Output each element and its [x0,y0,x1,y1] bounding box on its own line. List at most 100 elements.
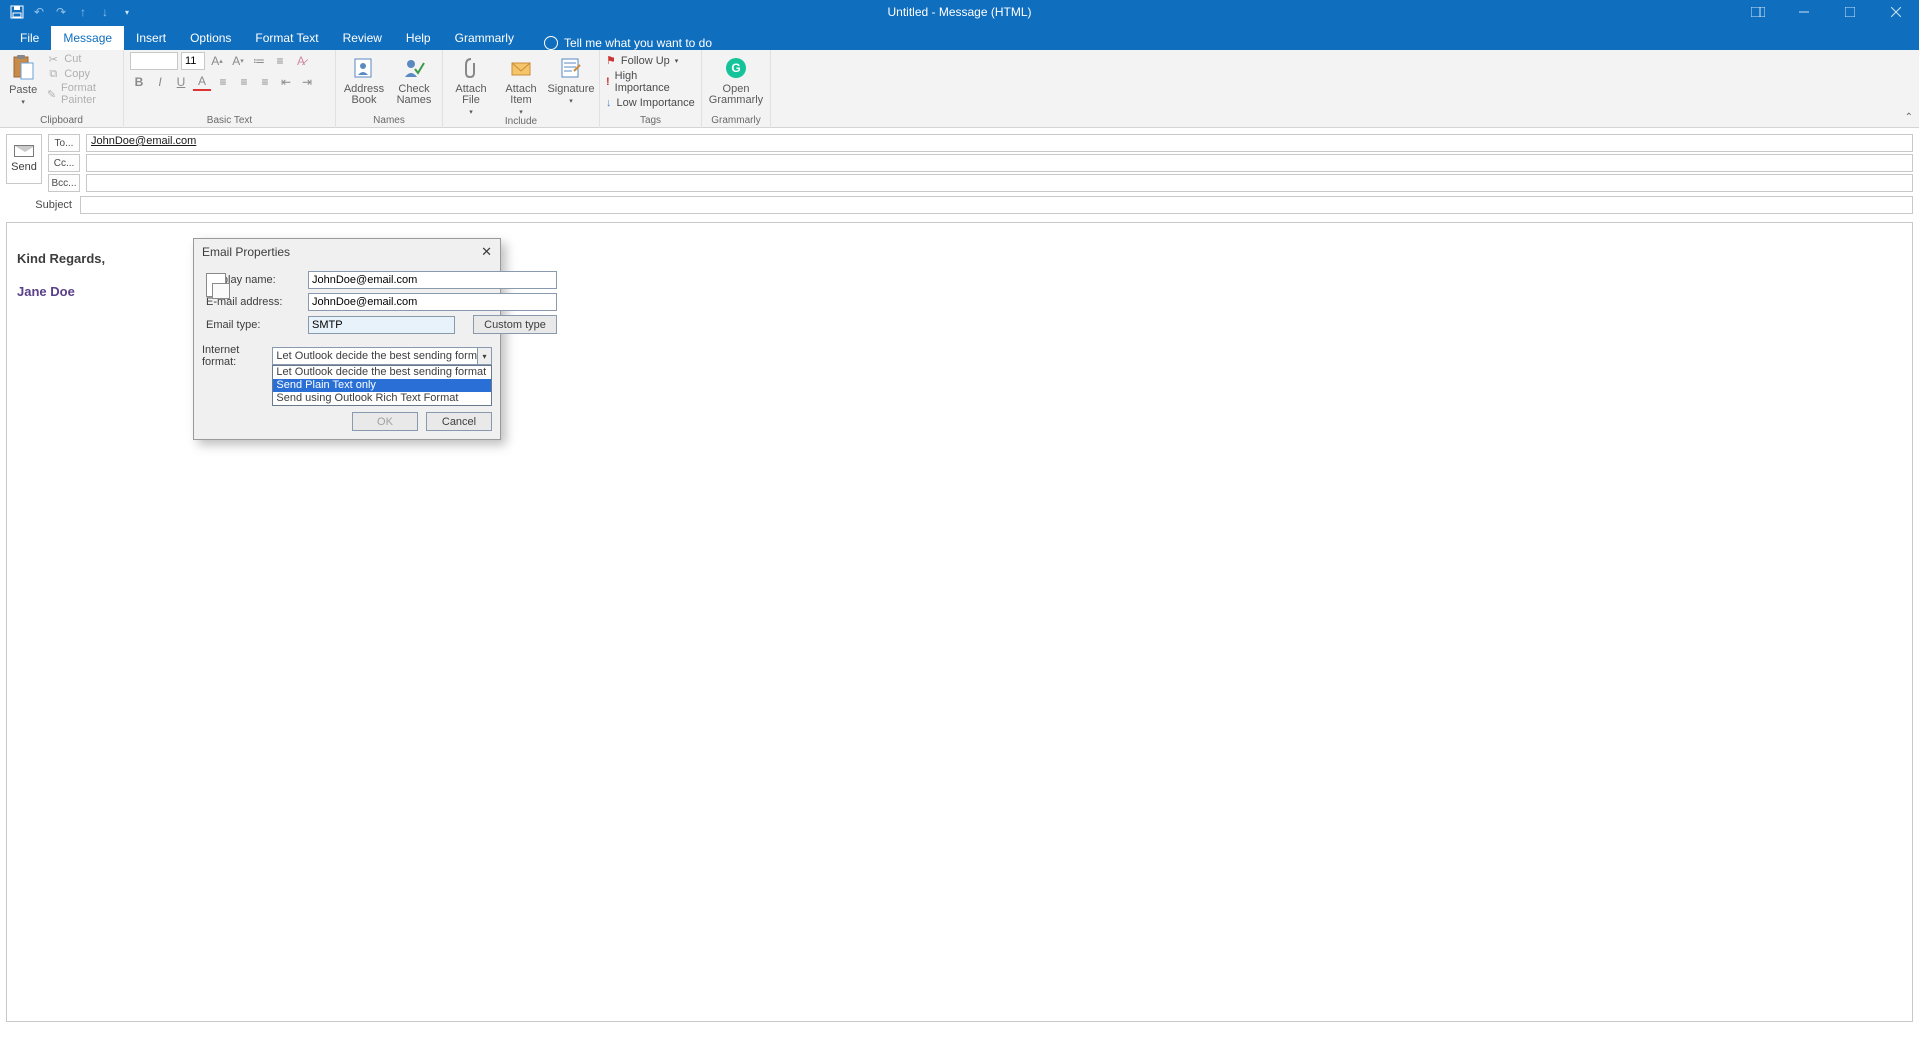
minimize-icon[interactable] [1781,0,1827,24]
format-painter-button: ✎Format Painter [46,82,117,106]
subject-field[interactable] [80,196,1913,214]
copy-icon: ⧉ [46,67,60,81]
to-recipient[interactable]: JohnDoe@email.com [91,135,196,147]
undo-icon[interactable]: ↶ [30,3,48,21]
high-importance-label: High Importance [615,70,695,94]
address-book-button[interactable]: Address Book [342,52,386,106]
clear-formatting-icon[interactable]: A̷ [292,52,310,70]
to-button[interactable]: To... [48,134,80,152]
follow-up-label: Follow Up [621,55,670,67]
maximize-icon[interactable] [1827,0,1873,24]
paste-button[interactable]: Paste ▾ [6,52,40,106]
low-importance-button[interactable]: ↓ Low Importance [606,97,695,109]
align-left-icon[interactable]: ≡ [214,73,232,91]
tab-file[interactable]: File [8,26,51,50]
dialog-close-icon[interactable]: ✕ [481,244,492,260]
increase-indent-icon[interactable]: ⇥ [298,73,316,91]
cut-label: Cut [64,53,81,65]
tab-format-text[interactable]: Format Text [243,26,330,50]
email-type-input [308,316,455,334]
group-clipboard: Paste ▾ ✂Cut ⧉Copy ✎Format Painter Clipb… [0,50,124,128]
tab-grammarly[interactable]: Grammarly [443,26,526,50]
chevron-down-icon: ▾ [569,97,573,105]
open-grammarly-button[interactable]: G Open Grammarly [708,52,764,106]
address-book-label: Address Book [342,84,386,106]
bold-icon[interactable]: B [130,73,148,91]
internet-format-select[interactable]: Let Outlook decide the best sending form… [272,347,492,365]
tell-me-label: Tell me what you want to do [564,36,712,50]
low-importance-icon: ↓ [606,97,612,109]
window-title: Untitled - Message (HTML) [887,5,1031,19]
next-icon[interactable]: ↓ [96,3,114,21]
high-importance-button[interactable]: ! High Importance [606,70,695,94]
check-names-button[interactable]: Check Names [392,52,436,106]
font-color-icon[interactable]: A [193,73,211,91]
bcc-field[interactable] [86,174,1913,192]
display-name-input[interactable] [308,271,557,289]
ribbon: Paste ▾ ✂Cut ⧉Copy ✎Format Painter Clipb… [0,50,1919,128]
ok-button[interactable]: OK [352,412,418,431]
font-family-input[interactable] [130,52,178,70]
tab-help[interactable]: Help [394,26,443,50]
paste-icon [9,54,37,82]
coming-soon-icon[interactable] [1735,0,1781,24]
cut-icon: ✂ [46,52,60,66]
subject-label: Subject [6,199,80,211]
envelope-icon [14,145,34,157]
chevron-down-icon: ▾ [469,108,473,116]
grow-font-icon[interactable]: A▴ [208,52,226,70]
format-option-auto[interactable]: Let Outlook decide the best sending form… [273,366,491,379]
custom-type-button[interactable]: Custom type [473,315,557,334]
dialog-title: Email Properties [202,245,290,259]
decrease-indent-icon[interactable]: ⇤ [277,73,295,91]
chevron-down-icon: ▾ [675,57,679,65]
cc-button[interactable]: Cc... [48,154,80,172]
to-field[interactable]: JohnDoe@email.com [86,134,1913,152]
email-address-input[interactable] [308,293,557,311]
collapse-ribbon-icon[interactable]: ⌃ [1905,112,1913,123]
chevron-down-icon: ▾ [21,98,25,106]
bullets-icon[interactable]: ≔ [250,52,268,70]
signature-button[interactable]: Signature ▾ [549,52,593,105]
cc-field[interactable] [86,154,1913,172]
chevron-down-icon[interactable]: ▾ [477,348,491,364]
low-importance-label: Low Importance [617,97,695,109]
follow-up-button[interactable]: ⚑ Follow Up ▾ [606,54,695,67]
format-option-rtf[interactable]: Send using Outlook Rich Text Format [273,392,491,405]
italic-icon[interactable]: I [151,73,169,91]
cut-button[interactable]: ✂ Cut [46,52,117,66]
format-option-plain[interactable]: Send Plain Text only [273,379,491,392]
check-names-label: Check Names [392,84,436,106]
tab-options[interactable]: Options [178,26,243,50]
align-center-icon[interactable]: ≡ [235,73,253,91]
bcc-button[interactable]: Bcc... [48,174,80,192]
flag-icon: ⚑ [606,54,616,67]
numbering-icon[interactable]: ≡ [271,52,289,70]
attach-item-button[interactable]: Attach Item ▾ [499,52,543,116]
shrink-font-icon[interactable]: A▾ [229,52,247,70]
redo-icon[interactable]: ↷ [52,3,70,21]
signature-icon [557,54,585,82]
qat-customize-icon[interactable]: ▾ [118,3,136,21]
tab-review[interactable]: Review [331,26,394,50]
high-importance-icon: ! [606,76,610,88]
attach-file-label: Attach File [449,84,493,106]
align-right-icon[interactable]: ≡ [256,73,274,91]
close-icon[interactable] [1873,0,1919,24]
previous-icon[interactable]: ↑ [74,3,92,21]
tell-me[interactable]: Tell me what you want to do [526,36,712,50]
underline-icon[interactable]: U [172,73,190,91]
send-button[interactable]: Send [6,134,42,184]
paste-label: Paste [9,84,37,96]
attach-file-button[interactable]: Attach File ▾ [449,52,493,116]
open-grammarly-label: Open Grammarly [708,84,764,106]
group-basic-text: A▴ A▾ ≔ ≡ A̷ B I U A ≡ ≡ ≡ ⇤ ⇥ Basic Tex… [124,50,336,128]
tab-message[interactable]: Message [51,26,124,50]
save-icon[interactable] [8,3,26,21]
email-properties-dialog: Email Properties ✕ Display name: E-mail … [193,238,501,440]
tab-insert[interactable]: Insert [124,26,178,50]
attach-item-icon [507,54,535,82]
font-size-input[interactable] [181,52,205,70]
cancel-button[interactable]: Cancel [426,412,492,431]
internet-format-label: Internet format: [202,344,266,368]
